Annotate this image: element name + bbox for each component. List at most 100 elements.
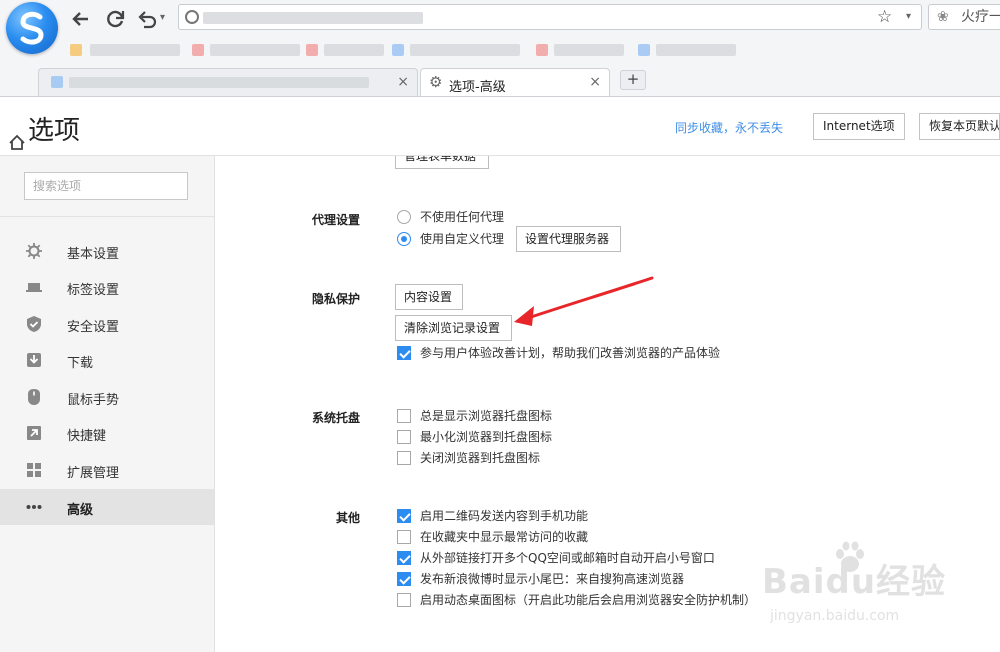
bookmark-item[interactable] — [410, 44, 520, 56]
sidebar-item-shortcuts[interactable]: 快捷键 — [0, 415, 214, 451]
paw-icon — [836, 541, 864, 572]
sidebar-item-label: 基本设置 — [67, 247, 120, 262]
clear-history-settings-button[interactable]: 清除浏览记录设置 — [395, 315, 512, 341]
search-box[interactable]: ❀ 火疗一 — [928, 4, 1000, 30]
bookmark-favicon[interactable] — [638, 44, 650, 56]
site-info-icon[interactable] — [185, 10, 199, 24]
radio-button[interactable] — [397, 210, 411, 224]
bookmark-favicon[interactable] — [392, 44, 404, 56]
sidebar-item-advanced[interactable]: 高级 — [0, 489, 214, 525]
sidebar-item-label: 扩展管理 — [67, 466, 120, 481]
sidebar-item-security[interactable]: 安全设置 — [0, 306, 214, 342]
address-dropdown-icon[interactable]: ▾ — [906, 11, 911, 22]
sidebar-item-download[interactable]: 下载 — [0, 342, 214, 378]
sync-favorites-link[interactable]: 同步收藏，永不丢失 — [675, 119, 783, 136]
address-bar[interactable]: ☆ ▾ — [178, 4, 922, 30]
bookmark-item[interactable] — [324, 44, 384, 56]
options-search-input[interactable]: 搜索选项 — [24, 172, 188, 200]
bookmark-item[interactable] — [210, 44, 300, 56]
sidebar-item-label: 鼠标手势 — [67, 393, 120, 408]
checkbox[interactable] — [397, 509, 411, 523]
bookmarks-bar — [60, 38, 1000, 60]
sidebar-item-label: 安全设置 — [67, 320, 120, 335]
sidebar-item-mouse-gesture[interactable]: 鼠标手势 — [0, 379, 214, 415]
option-label: 启用动态桌面图标（开启此功能后会启用浏览器安全防护机制） — [420, 593, 757, 607]
checkbox[interactable] — [397, 572, 411, 586]
sidebar-item-extensions[interactable]: 扩展管理 — [0, 452, 214, 488]
tab-blurred[interactable]: × — [38, 68, 418, 96]
option-label: 关闭浏览器到托盘图标 — [420, 451, 541, 465]
mouse-icon — [28, 389, 40, 405]
sidebar-item-basic[interactable]: 基本设置 — [0, 233, 214, 269]
shield-check-icon — [27, 316, 41, 332]
other-section-label: 其他 — [336, 511, 361, 525]
new-tab-button[interactable]: + — [620, 70, 646, 90]
tab-title: 选项-高级 — [449, 80, 506, 95]
refresh-icon — [107, 10, 125, 28]
sidebar-item-label: 下载 — [67, 356, 94, 371]
paw-icon: ❀ — [937, 9, 949, 25]
sidebar: 搜索选项 基本设置 标签设置 安全设置 下载 鼠标手势 快捷键 扩展管理 高级 — [0, 156, 215, 652]
checkbox[interactable] — [397, 451, 411, 465]
sidebar-item-tabs[interactable]: 标签设置 — [0, 269, 214, 305]
bookmark-item[interactable] — [554, 44, 624, 56]
gear-icon — [26, 243, 42, 259]
bookmark-favicon[interactable] — [536, 44, 548, 56]
checkbox[interactable] — [397, 346, 411, 360]
download-icon — [27, 353, 41, 367]
checkbox[interactable] — [397, 430, 411, 444]
back-button[interactable] — [68, 6, 94, 32]
bookmark-item[interactable] — [90, 44, 180, 56]
refresh-button[interactable] — [102, 6, 128, 32]
page-title: 选项 — [28, 116, 81, 146]
privacy-section-label: 隐私保护 — [312, 292, 361, 306]
undo-dropdown-icon[interactable]: ▾ — [160, 12, 165, 23]
set-proxy-server-button[interactable]: 设置代理服务器 — [516, 226, 621, 252]
option-label: 最小化浏览器到托盘图标 — [420, 430, 553, 444]
checkbox[interactable] — [397, 551, 411, 565]
option-label: 使用自定义代理 — [420, 232, 505, 246]
undo-button[interactable] — [134, 6, 160, 32]
extensions-icon — [27, 463, 41, 477]
proxy-section-label: 代理设置 — [312, 213, 361, 227]
more-dots-icon — [26, 505, 42, 509]
bookmark-item[interactable] — [656, 44, 736, 56]
tab-advanced-options[interactable]: ⚙ 选项-高级 × — [420, 68, 610, 96]
back-arrow-icon — [72, 12, 88, 26]
option-label: 在收藏夹中显示最常访问的收藏 — [420, 530, 589, 544]
tab-icon — [26, 283, 42, 292]
option-label: 不使用任何代理 — [420, 210, 505, 224]
content-settings-button[interactable]: 内容设置 — [395, 284, 463, 310]
star-icon[interactable]: ☆ — [877, 7, 892, 27]
search-box-text: 火疗一 — [961, 9, 1000, 25]
sogou-browser-logo[interactable] — [6, 2, 58, 54]
home-button[interactable] — [8, 134, 26, 155]
sidebar-item-label: 标签设置 — [67, 283, 120, 298]
blurred-url — [203, 12, 423, 24]
bookmark-favicon[interactable] — [70, 44, 82, 56]
manage-form-data-button[interactable]: 管理表单数据 — [395, 156, 489, 169]
radio-button[interactable] — [397, 232, 411, 246]
watermark-url: jingyan.baidu.com — [770, 608, 900, 624]
shortcut-arrow-icon — [27, 426, 41, 440]
checkbox[interactable] — [397, 530, 411, 544]
tab-bar: × ⚙ 选项-高级 × — [0, 64, 1000, 150]
tab-favicon — [51, 76, 63, 88]
option-label: 启用二维码发送内容到手机功能 — [420, 509, 589, 523]
tab-close-icon[interactable]: × — [397, 74, 409, 90]
browser-chrome: ▾ ☆ ▾ ❀ 火疗一 × ⚙ 选项-高级 × + — [0, 0, 1000, 150]
option-label: 从外部链接打开多个QQ空间或邮箱时自动开启小号窗口 — [420, 551, 715, 565]
tab-close-icon[interactable]: × — [589, 74, 601, 90]
checkbox[interactable] — [397, 593, 411, 607]
sidebar-item-label: 快捷键 — [67, 429, 107, 444]
restore-defaults-button[interactable]: 恢复本页默认 — [919, 113, 1000, 140]
checkbox[interactable] — [397, 409, 411, 423]
clip-area: 管理表单数据 — [395, 156, 489, 169]
tab-title-blurred — [69, 77, 369, 88]
bookmark-favicon[interactable] — [192, 44, 204, 56]
sidebar-divider — [0, 216, 214, 217]
internet-options-button[interactable]: Internet选项 — [813, 113, 905, 140]
watermark-brand: Baidu经验 — [762, 562, 947, 602]
bookmark-favicon[interactable] — [306, 44, 318, 56]
option-label: 参与用户体验改善计划，帮助我们改善浏览器的产品体验 — [420, 346, 721, 360]
